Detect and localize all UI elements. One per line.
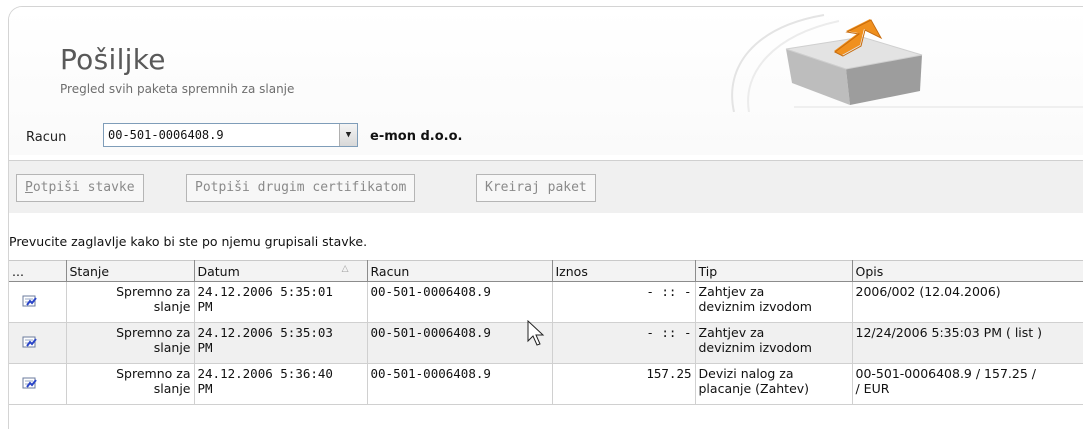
date-cell: 24.12.2006 5:36:40 PM — [194, 363, 368, 405]
amount-cell: - :: - — [552, 322, 696, 364]
type-line2: placanje (Zahtev) — [698, 381, 810, 396]
account-dropdown[interactable]: 00-501-0006408.9 ▼ — [103, 123, 358, 147]
desc-line2: / EUR — [855, 381, 890, 396]
desc-line1: 00-501-0006408.9 / 157.25 / — [855, 366, 1036, 381]
column-date-header[interactable]: Datum △ — [194, 260, 368, 282]
status-line1: Spremno za — [116, 366, 191, 381]
column-status-header[interactable]: Stanje — [66, 260, 195, 282]
description-cell: 00-501-0006408.9 / 157.25 // EUR — [852, 363, 1083, 405]
desc-line1: 12/24/2006 5:35:03 PM ( list ) — [855, 325, 1043, 340]
create-package-button[interactable]: Kreiraj paket — [476, 174, 596, 202]
document-edit-icon — [22, 295, 37, 307]
date-line1: 24.12.2006 5:35:01 — [197, 284, 333, 299]
column-date-label: Datum — [197, 263, 240, 279]
document-edit-icon — [22, 336, 37, 348]
date-line2: PM — [197, 299, 213, 314]
account-dropdown-value: 00-501-0006408.9 — [108, 128, 224, 142]
page-header: Pošiljke Pregled svih paketa spremnih za… — [9, 7, 1083, 155]
app-frame: Pošiljke Pregled svih paketa spremnih za… — [8, 6, 1083, 429]
sign-items-label: otpiši stavke — [32, 180, 135, 195]
sign-items-accel: P — [25, 180, 33, 195]
group-by-hint: Prevucite zaglavlje kako bi ste po njemu… — [9, 234, 368, 249]
mouse-pointer-icon — [527, 320, 545, 346]
sort-ascending-icon: △ — [341, 264, 349, 274]
status-line2: slanje — [153, 299, 191, 314]
status-line1: Spremno za — [116, 325, 191, 340]
status-cell: Spremno za slanje — [66, 322, 195, 364]
status-cell: Spremno za slanje — [66, 363, 195, 405]
account-cell: 00-501-0006408.9 — [367, 281, 553, 323]
page-subtitle: Pregled svih paketa spremnih za slanje — [60, 82, 295, 96]
type-line1: Zahtjev za — [698, 284, 765, 299]
column-amount-header[interactable]: Iznos — [552, 260, 696, 282]
account-cell: 00-501-0006408.9 — [367, 322, 553, 364]
type-line1: Devizi nalog za — [698, 366, 794, 381]
date-line2: PM — [197, 381, 213, 396]
status-line2: slanje — [153, 340, 191, 355]
row-icon-cell[interactable] — [9, 363, 67, 405]
column-type-header[interactable]: Tip — [695, 260, 853, 282]
amount-cell: 157.25 — [552, 363, 696, 405]
sign-items-button[interactable]: Potpiši stavke — [16, 174, 144, 202]
company-name: e-mon d.o.o. — [370, 129, 463, 144]
account-cell: 00-501-0006408.9 — [367, 363, 553, 405]
column-menu-header[interactable]: ... — [9, 260, 67, 282]
description-cell: 2006/002 (12.04.2006) — [852, 281, 1083, 323]
row-icon-cell[interactable] — [9, 281, 67, 323]
page-title: Pošiljke — [60, 43, 166, 76]
type-cell: Zahtjev za deviznim izvodom — [695, 281, 853, 323]
table-row[interactable]: Spremno za slanje 24.12.2006 5:36:40 PM 00… — [9, 363, 1083, 405]
table-row[interactable]: Spremno za slanje 24.12.2006 5:35:01 PM 00… — [9, 281, 1083, 323]
type-cell: Zahtjev za deviznim izvodom — [695, 322, 853, 364]
account-label: Racun — [26, 130, 67, 145]
column-description-header[interactable]: Opis — [852, 260, 1083, 282]
status-cell: Spremno za slanje — [66, 281, 195, 323]
type-cell: Devizi nalog za placanje (Zahtev) — [695, 363, 853, 405]
status-line1: Spremno za — [116, 284, 191, 299]
column-account-header[interactable]: Racun — [367, 260, 553, 282]
status-line2: slanje — [153, 381, 191, 396]
date-line1: 24.12.2006 5:36:40 — [197, 366, 333, 381]
document-edit-icon — [22, 377, 37, 389]
type-line2: deviznim izvodom — [698, 299, 812, 314]
desc-line1: 2006/002 (12.04.2006) — [855, 284, 1001, 299]
type-line1: Zahtjev za — [698, 325, 765, 340]
toolbar: Potpiši stavke Potpiši drugim certifikat… — [9, 160, 1083, 213]
amount-cell: - :: - — [552, 281, 696, 323]
sign-other-certificate-button[interactable]: Potpiši drugim certifikatom — [186, 174, 416, 202]
chevron-down-icon[interactable]: ▼ — [339, 124, 357, 146]
date-cell: 24.12.2006 5:35:03 PM — [194, 322, 368, 364]
date-line2: PM — [197, 340, 213, 355]
package-upload-icon — [731, 14, 1083, 112]
date-line1: 24.12.2006 5:35:03 — [197, 325, 333, 340]
table-header-row: ... Stanje Datum △ Racun Iznos Tip Opis — [9, 260, 1083, 282]
date-cell: 24.12.2006 5:35:01 PM — [194, 281, 368, 323]
row-icon-cell[interactable] — [9, 322, 67, 364]
type-line2: deviznim izvodom — [698, 340, 812, 355]
description-cell: 12/24/2006 5:35:03 PM ( list ) — [852, 322, 1083, 364]
